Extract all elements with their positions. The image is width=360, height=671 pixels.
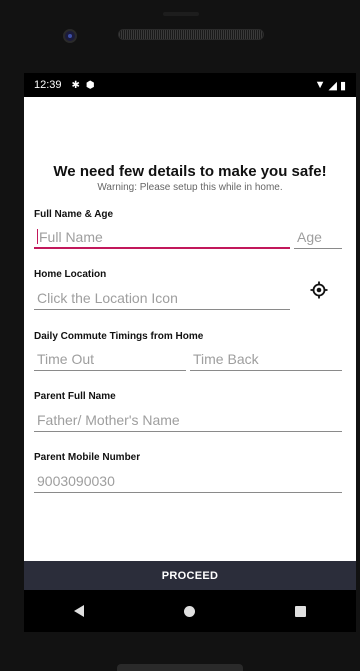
warning-text: Warning: Please setup this while in home… — [97, 182, 283, 193]
battery-icon: ▮ — [339, 79, 346, 92]
full-name-placeholder: Full Name — [39, 229, 103, 245]
full-name-input[interactable]: Full Name — [34, 227, 290, 249]
name-age-label: Full Name & Age — [34, 209, 114, 220]
age-placeholder: Age — [297, 229, 322, 245]
recents-icon — [295, 605, 307, 617]
wifi-icon: ▼ — [314, 79, 326, 91]
bottom-connector — [117, 664, 243, 671]
recents-button[interactable] — [286, 596, 316, 626]
system-nav-bar — [24, 590, 356, 632]
app-screen: We need few details to make you safe! Wa… — [24, 97, 356, 632]
home-button[interactable] — [175, 596, 205, 626]
back-button[interactable] — [64, 596, 94, 626]
my-location-icon[interactable] — [310, 281, 328, 299]
text-cursor — [37, 229, 38, 244]
commute-label: Daily Commute Timings from Home — [34, 331, 204, 342]
speaker-grille — [118, 29, 264, 40]
parent-mobile-label: Parent Mobile Number — [34, 452, 141, 463]
time-out-input[interactable]: Time Out — [34, 349, 186, 371]
time-back-input[interactable]: Time Back — [190, 349, 342, 371]
shield-icon: ⬢ — [85, 79, 95, 91]
home-location-placeholder: Click the Location Icon — [37, 290, 178, 306]
proceed-button[interactable]: PROCEED — [24, 561, 356, 591]
status-time: 12:39 — [34, 79, 62, 91]
back-icon — [74, 605, 85, 617]
time-back-placeholder: Time Back — [193, 351, 259, 367]
parent-name-placeholder: Father/ Mother's Name — [37, 412, 180, 428]
home-location-input[interactable]: Click the Location Icon — [34, 288, 290, 310]
page-title: We need few details to make you safe! — [53, 163, 327, 180]
signal-icon: ◢ — [328, 79, 337, 92]
phone-frame: 12:39 ✱ ⬢ ▼ ◢ ▮ We need few details to m… — [0, 0, 360, 671]
home-location-label: Home Location — [34, 269, 107, 280]
parent-name-label: Parent Full Name — [34, 391, 116, 402]
status-bar: 12:39 ✱ ⬢ ▼ ◢ ▮ — [24, 73, 356, 97]
settings-icon: ✱ — [71, 79, 80, 91]
age-input[interactable]: Age — [294, 227, 342, 249]
front-camera — [63, 29, 77, 43]
parent-name-input[interactable]: Father/ Mother's Name — [34, 410, 342, 432]
parent-mobile-placeholder: 9003090030 — [37, 473, 115, 489]
parent-mobile-input[interactable]: 9003090030 — [34, 471, 342, 493]
home-icon — [184, 605, 196, 617]
time-out-placeholder: Time Out — [37, 351, 95, 367]
earpiece — [163, 12, 199, 16]
